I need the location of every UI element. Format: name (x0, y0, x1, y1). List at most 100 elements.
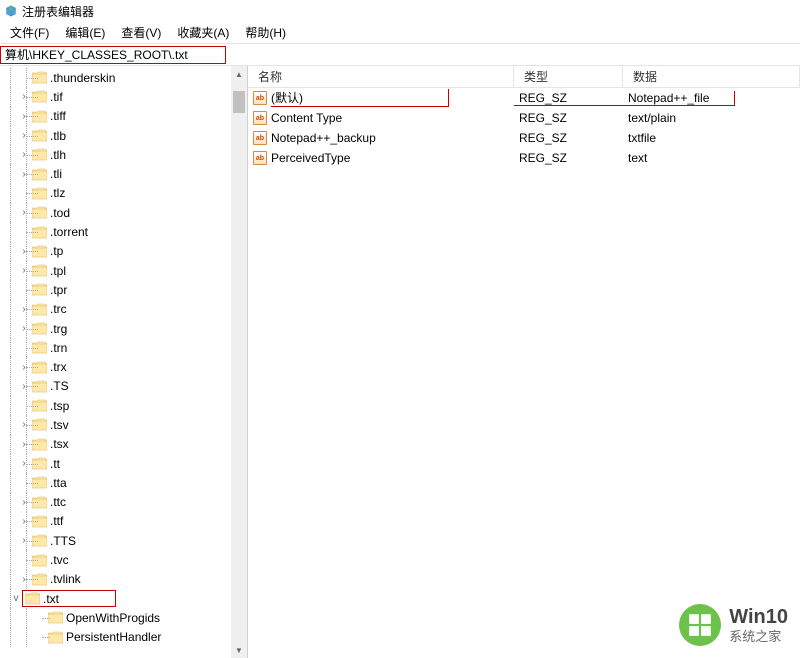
tree-item-tif[interactable]: ›.tif (0, 87, 247, 106)
tree-label: .tod (50, 206, 70, 220)
reg-string-icon: ab (253, 91, 267, 105)
tree-label: .torrent (50, 225, 88, 239)
tree-child-PersistentHandler[interactable]: PersistentHandler (0, 628, 247, 647)
list-header: 名称 类型 数据 (248, 66, 800, 88)
regedit-icon (4, 4, 18, 18)
list-panel: 名称 类型 数据 ab(默认)REG_SZNotepad++_fileabCon… (248, 66, 800, 658)
menu-edit[interactable]: 编辑(E) (57, 24, 113, 41)
list-row[interactable]: abContent TypeREG_SZtext/plain (248, 108, 800, 128)
expander-icon[interactable]: v (10, 593, 22, 604)
menu-favorites[interactable]: 收藏夹(A) (169, 24, 237, 41)
tree-label: .tli (50, 167, 62, 181)
tree-item-tvc[interactable]: .tvc (0, 550, 247, 569)
tree-item-ttc[interactable]: ›.ttc (0, 493, 247, 512)
header-name[interactable]: 名称 (248, 66, 514, 87)
tree-label: .TTS (50, 534, 76, 548)
tree-item-tod[interactable]: ›.tod (0, 203, 247, 222)
list-row[interactable]: abPerceivedTypeREG_SZtext (248, 148, 800, 168)
header-type[interactable]: 类型 (514, 66, 623, 87)
tree-item-tli[interactable]: ›.tli (0, 164, 247, 183)
value-type: REG_SZ (514, 151, 623, 165)
value-type: REG_SZ (514, 91, 623, 106)
menu-view[interactable]: 查看(V) (113, 24, 169, 41)
tree-label: .tsv (50, 418, 69, 432)
tree-label: .tiff (50, 109, 66, 123)
tree-child-OpenWithProgids[interactable]: OpenWithProgids (0, 608, 247, 627)
value-data: text (623, 151, 800, 165)
tree-item-txt[interactable]: v .txt (0, 589, 247, 608)
value-name: abPerceivedType (248, 151, 514, 165)
tree-item-tsv[interactable]: ›.tsv (0, 415, 247, 434)
tree-label: .trx (50, 360, 67, 374)
tree-item-tpr[interactable]: .tpr (0, 280, 247, 299)
reg-string-icon: ab (253, 111, 267, 125)
tree-item-tt[interactable]: ›.tt (0, 454, 247, 473)
tree-item-TTS[interactable]: ›.TTS (0, 531, 247, 550)
list-row[interactable]: abNotepad++_backupREG_SZtxtfile (248, 128, 800, 148)
title-bar: 注册表编辑器 (0, 0, 800, 22)
value-type: REG_SZ (514, 131, 623, 145)
tree-item-thunderskin[interactable]: .thunderskin (0, 68, 247, 87)
tree-label: .trc (50, 302, 67, 316)
tree-item-tiff[interactable]: ›.tiff (0, 107, 247, 126)
scrollbar-down-icon[interactable]: ▼ (231, 642, 247, 658)
tree-item-trn[interactable]: .trn (0, 338, 247, 357)
value-name: abContent Type (248, 111, 514, 125)
tree-label: PersistentHandler (66, 630, 161, 644)
header-data[interactable]: 数据 (623, 66, 800, 87)
tree-item-ttf[interactable]: ›.ttf (0, 512, 247, 531)
folder-icon (25, 592, 40, 605)
window-title: 注册表编辑器 (22, 3, 94, 20)
menu-file[interactable]: 文件(F) (2, 24, 57, 41)
tree-label: .TS (50, 379, 69, 393)
list-row[interactable]: ab(默认)REG_SZNotepad++_file (248, 88, 800, 108)
scrollbar-thumb[interactable] (233, 91, 245, 113)
menu-help[interactable]: 帮助(H) (237, 24, 294, 41)
tree-label: .tp (50, 244, 63, 258)
reg-string-icon: ab (253, 131, 267, 145)
watermark: Win10 系统之家 (679, 604, 788, 646)
folder-icon (48, 611, 63, 624)
tree-label: .ttc (50, 495, 66, 509)
tree-item-tsx[interactable]: ›.tsx (0, 435, 247, 454)
tree-item-tpl[interactable]: ›.tpl (0, 261, 247, 280)
scrollbar-up-icon[interactable]: ▲ (231, 66, 247, 82)
tree-item-tta[interactable]: .tta (0, 473, 247, 492)
address-bar: 算机\HKEY_CLASSES_ROOT\.txt (0, 44, 800, 66)
tree-label: .txt (43, 592, 59, 606)
watermark-small: 系统之家 (729, 629, 788, 645)
watermark-big: Win10 (729, 605, 788, 629)
tree-label: .tvlink (50, 572, 81, 586)
folder-icon (48, 631, 63, 644)
menu-bar: 文件(F) 编辑(E) 查看(V) 收藏夹(A) 帮助(H) (0, 22, 800, 44)
tree-item-tlz[interactable]: .tlz (0, 184, 247, 203)
tree-item-tvlink[interactable]: ›.tvlink (0, 570, 247, 589)
tree-panel: .thunderskin ›.tif›.tiff›.tlb›.tlh›.tli .… (0, 66, 248, 658)
tree-item-trc[interactable]: ›.trc (0, 300, 247, 319)
value-type: REG_SZ (514, 111, 623, 125)
tree-label: .tif (50, 90, 63, 104)
tree-item-tsp[interactable]: .tsp (0, 396, 247, 415)
watermark-text: Win10 系统之家 (729, 605, 788, 645)
tree-scrollbar[interactable]: ▲ ▼ (231, 66, 247, 658)
tree-item-TS[interactable]: ›.TS (0, 377, 247, 396)
tree-label: OpenWithProgids (66, 611, 160, 625)
tree-label: .tpr (50, 283, 67, 297)
reg-string-icon: ab (253, 151, 267, 165)
main-area: .thunderskin ›.tif›.tiff›.tlb›.tlh›.tli .… (0, 66, 800, 658)
tree-label: .tsp (50, 399, 69, 413)
tree-label: .tvc (50, 553, 69, 567)
tree-label: .tpl (50, 264, 66, 278)
tree-item-torrent[interactable]: .torrent (0, 222, 247, 241)
value-data: txtfile (623, 131, 800, 145)
tree-label: .thunderskin (50, 71, 115, 85)
tree-item-trx[interactable]: ›.trx (0, 357, 247, 376)
tree-item-tlb[interactable]: ›.tlb (0, 126, 247, 145)
tree-item-tp[interactable]: ›.tp (0, 242, 247, 261)
address-path[interactable]: 算机\HKEY_CLASSES_ROOT\.txt (0, 46, 226, 64)
tree-label: .trg (50, 322, 67, 336)
tree-label: .tt (50, 457, 60, 471)
tree-item-tlh[interactable]: ›.tlh (0, 145, 247, 164)
tree-item-trg[interactable]: ›.trg (0, 319, 247, 338)
value-name: ab(默认) (248, 89, 514, 107)
